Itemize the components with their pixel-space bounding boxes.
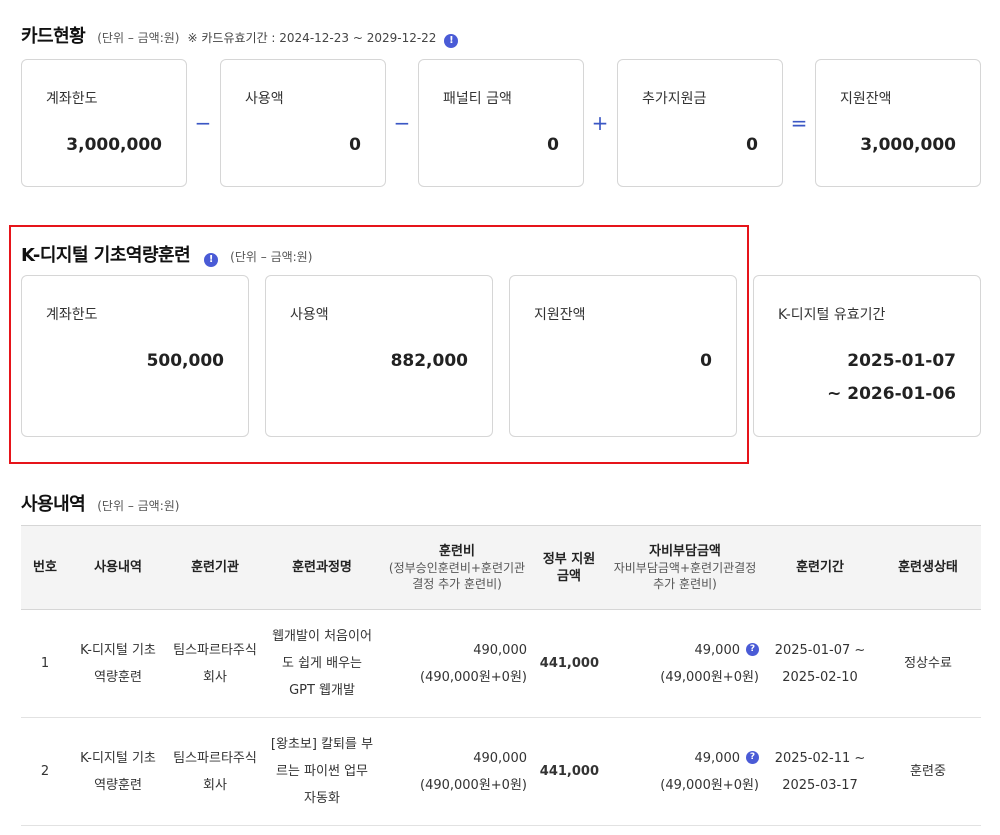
header-no: 번호: [21, 525, 69, 610]
account-limit-card: 계좌한도 3,000,000: [21, 59, 187, 187]
usage-unit: (단위 – 금액:원): [97, 499, 180, 513]
row-self-pay: 49,000? (49,000원+0원): [605, 609, 765, 718]
card-label: 계좌한도: [46, 307, 98, 323]
header-status: 훈련생상태: [875, 525, 981, 610]
row-self-pay: 49,000? (49,000원+0원): [605, 717, 765, 826]
header-self-pay: 자비부담금액 자비부담금액+훈련기관결정 추가 훈련비): [605, 525, 765, 610]
card-label: 사용액: [290, 307, 329, 323]
row-status: 정상수료: [875, 609, 981, 718]
card-validity-period: ※ 카드유효기간 : 2024-12-23 ~ 2029-12-22: [187, 31, 437, 45]
row-course: [왕초보] 칼퇴를 부르는 파이썬 업무 자동화: [263, 717, 381, 826]
row-period-end: 2025-02-10: [782, 669, 858, 685]
row-period-end: 2025-03-17: [782, 777, 858, 793]
row-fee-amount: 490,000: [473, 750, 527, 766]
support-balance-card: 지원잔액 3,000,000: [815, 59, 981, 187]
card-status-header: 카드현황 (단위 – 금액:원) ※ 카드유효기간 : 2024-12-23 ~…: [21, 22, 459, 48]
minus-operator: −: [393, 111, 411, 135]
card-status-title: 카드현황: [21, 26, 86, 47]
header-fee-sub: (정부승인훈련비+훈련기관 결정 추가 훈련비): [388, 561, 526, 591]
kdigital-balance-card: 지원잔액 0: [509, 275, 737, 437]
row-period: 2025-02-11 ~ 2025-03-17: [765, 717, 875, 826]
minus-operator: −: [194, 111, 212, 135]
card-label: 사용액: [245, 91, 284, 107]
row-period-start: 2025-01-07 ~: [774, 642, 866, 658]
info-icon[interactable]: !: [444, 33, 459, 48]
row-fee-amount: 490,000: [473, 642, 527, 658]
header-fee-label: 훈련비: [439, 544, 475, 559]
row-institution: 팀스파르타주식회사: [167, 609, 263, 718]
used-amount-card: 사용액 0: [220, 59, 386, 187]
row-self-detail: (49,000원+0원): [660, 669, 759, 685]
header-gov-support: 정부 지원금액: [533, 525, 605, 610]
row-period-start: 2025-02-11 ~: [774, 750, 866, 766]
penalty-amount-card: 패널티 금액 0: [418, 59, 584, 187]
usage-title: 사용내역: [21, 494, 86, 515]
row-no: 1: [21, 609, 69, 718]
table-header-row: 번호 사용내역 훈련기관 훈련과정명 훈련비 (정부승인훈련비+훈련기관 결정 …: [21, 525, 981, 610]
row-fee-detail: (490,000원+0원): [420, 777, 527, 793]
usage-table: 번호 사용내역 훈련기관 훈련과정명 훈련비 (정부승인훈련비+훈련기관 결정 …: [21, 525, 981, 826]
header-period: 훈련기간: [765, 525, 875, 610]
row-type: K-디지털 기초역량훈련: [69, 609, 167, 718]
kdigital-used-card: 사용액 882,000: [265, 275, 493, 437]
card-label: 지원잔액: [534, 307, 586, 323]
header-type: 사용내역: [69, 525, 167, 610]
row-status: 훈련중: [875, 717, 981, 826]
usage-header: 사용내역 (단위 – 금액:원): [21, 490, 180, 516]
help-icon[interactable]: ?: [746, 642, 759, 656]
kdigital-unit: (단위 – 금액:원): [230, 250, 313, 264]
card-status-unit: (단위 – 금액:원): [97, 31, 180, 45]
row-fee-detail: (490,000원+0원): [420, 669, 527, 685]
card-label: 계좌한도: [46, 91, 98, 107]
card-label: 지원잔액: [840, 91, 892, 107]
row-no: 2: [21, 717, 69, 826]
row-period: 2025-01-07 ~ 2025-02-10: [765, 609, 875, 718]
table-row: 1 K-디지털 기초역량훈련 팀스파르타주식회사 웹개발이 처음이어도 쉽게 배…: [21, 609, 981, 718]
row-gov-support: 441,000: [533, 717, 605, 826]
card-value: 882,000: [390, 351, 468, 371]
row-self-detail: (49,000원+0원): [660, 777, 759, 793]
card-value: 0: [349, 135, 361, 155]
card-value: 0: [700, 351, 712, 371]
validity-end: ~ 2026-01-06: [827, 384, 956, 404]
row-fee: 490,000 (490,000원+0원): [381, 717, 533, 826]
header-self-label: 자비부담금액: [649, 544, 721, 559]
header-course: 훈련과정명: [263, 525, 381, 610]
card-value: 3,000,000: [66, 135, 162, 155]
card-value: 3,000,000: [860, 135, 956, 155]
info-icon[interactable]: !: [204, 252, 219, 267]
row-self-amount: 49,000: [694, 642, 741, 658]
additional-support-card: 추가지원금 0: [617, 59, 783, 187]
kdigital-limit-card: 계좌한도 500,000: [21, 275, 249, 437]
kdigital-validity-card: K-디지털 유효기간 2025-01-07 ~ 2026-01-06: [753, 275, 981, 437]
card-value: 0: [746, 135, 758, 155]
card-label: 패널티 금액: [443, 91, 512, 107]
header-fee: 훈련비 (정부승인훈련비+훈련기관 결정 추가 훈련비): [381, 525, 533, 610]
table-row: 2 K-디지털 기초역량훈련 팀스파르타주식회사 [왕초보] 칼퇴를 부르는 파…: [21, 717, 981, 826]
row-course: 웹개발이 처음이어도 쉽게 배우는 GPT 웹개발: [263, 609, 381, 718]
card-value: 0: [547, 135, 559, 155]
card-value: 500,000: [146, 351, 224, 371]
card-label: K-디지털 유효기간: [778, 307, 886, 323]
header-institution: 훈련기관: [167, 525, 263, 610]
equals-operator: =: [790, 111, 808, 135]
row-gov-support: 441,000: [533, 609, 605, 718]
row-self-amount: 49,000: [694, 750, 741, 766]
row-fee: 490,000 (490,000원+0원): [381, 609, 533, 718]
card-label: 추가지원금: [642, 91, 707, 107]
kdigital-title: K-디지털 기초역량훈련: [21, 245, 191, 266]
kdigital-header: K-디지털 기초역량훈련 ! (단위 – 금액:원): [21, 241, 312, 267]
header-self-sub: 자비부담금액+훈련기관결정 추가 훈련비): [613, 561, 757, 591]
row-institution: 팀스파르타주식회사: [167, 717, 263, 826]
validity-start: 2025-01-07: [847, 351, 956, 371]
plus-operator: +: [591, 111, 609, 135]
row-type: K-디지털 기초역량훈련: [69, 717, 167, 826]
help-icon[interactable]: ?: [746, 750, 759, 764]
